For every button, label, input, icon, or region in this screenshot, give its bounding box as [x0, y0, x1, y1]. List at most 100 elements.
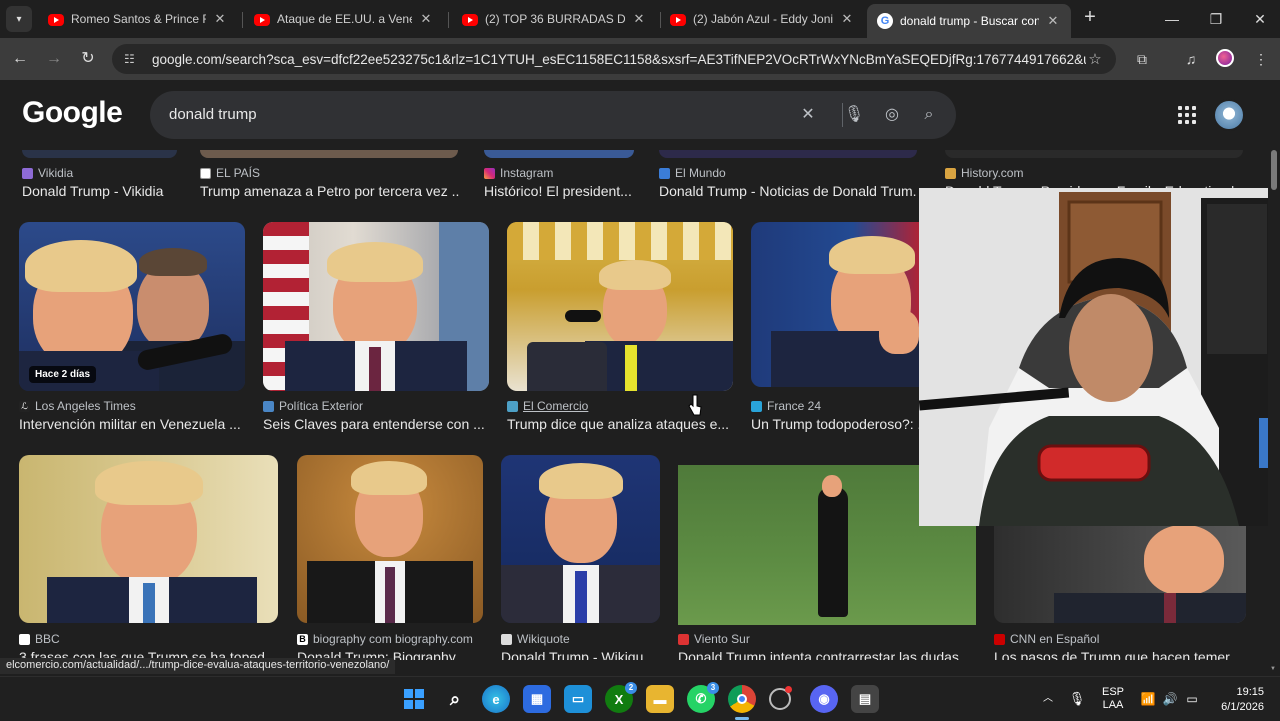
window-app-icon[interactable]: ▭	[564, 685, 592, 713]
result-title[interactable]: Trump amenaza a Petro por tercera vez ..…	[200, 183, 460, 199]
close-tab-icon[interactable]: ✕	[1045, 13, 1061, 29]
chrome-icon[interactable]	[728, 685, 756, 713]
result-card[interactable]: Bbiography com biography.com Donald Trum…	[297, 455, 483, 660]
volume-icon[interactable]: 🔊	[1160, 677, 1180, 721]
microphone-icon[interactable]: 🎙	[1068, 677, 1086, 721]
result-source: ℒ Los Angeles Times	[19, 399, 136, 413]
scrollbar-thumb[interactable]	[1271, 150, 1277, 190]
chevron-up-icon[interactable]: ︿	[1038, 677, 1058, 721]
result-title[interactable]: Intervención militar en Venezuela ...	[19, 416, 245, 432]
tab-separator	[448, 12, 449, 28]
battery-icon[interactable]: ▭	[1182, 677, 1202, 721]
close-tab-icon[interactable]: ✕	[839, 11, 855, 27]
result-image[interactable]	[263, 222, 489, 391]
microphone-icon[interactable]: 🎙	[842, 103, 866, 127]
bookmark-star-icon[interactable]: ☆	[1086, 50, 1104, 68]
tab-strip: ▾ Romeo Santos & Prince Roy ✕ Ataque de …	[0, 0, 1280, 38]
person-hair	[327, 242, 423, 282]
google-logo[interactable]: Google	[22, 96, 123, 130]
extensions-icon[interactable]: ⧉	[1131, 48, 1153, 70]
result-card[interactable]: France 24 Un Trump todopoderoso?: ...	[751, 222, 921, 432]
tab-1[interactable]: Romeo Santos & Prince Roy ✕	[38, 4, 238, 34]
close-window-button[interactable]: ✕	[1240, 6, 1280, 32]
result-title[interactable]: Donald Trump - Noticias de Donald Trum..…	[659, 183, 917, 199]
result-card[interactable]: Vikidia Donald Trump - Vikidia	[22, 150, 177, 200]
result-card[interactable]: BBC 3 frases con las que Trump se ha top…	[19, 455, 278, 660]
result-title[interactable]: Seis Claves para entenderse con ...	[263, 416, 489, 432]
result-title[interactable]: Donald Trump intenta contrarrestar las d…	[678, 649, 976, 660]
result-image[interactable]	[751, 222, 921, 387]
google-apps-icon[interactable]	[1178, 106, 1196, 124]
result-image[interactable]	[200, 150, 458, 158]
result-image[interactable]	[659, 150, 917, 158]
elmundo-icon	[659, 167, 670, 179]
result-image[interactable]	[484, 150, 634, 158]
search-query[interactable]: donald trump	[169, 106, 257, 123]
wifi-icon[interactable]: 📶	[1138, 677, 1158, 721]
page-scrollbar[interactable]: ▲ ▼	[1268, 150, 1280, 676]
result-image[interactable]	[22, 150, 177, 158]
close-tab-icon[interactable]: ✕	[631, 11, 647, 27]
discord-icon[interactable]: ◉	[810, 685, 838, 713]
camera-lens-icon[interactable]: ◎	[880, 103, 904, 127]
search-icon[interactable]: ⌕	[441, 685, 469, 713]
result-title[interactable]: Histórico! El president...	[484, 183, 634, 199]
result-title[interactable]: Donald Trump - Vikidia	[22, 183, 197, 199]
result-title[interactable]: Trump dice que analiza ataques e...	[507, 416, 733, 432]
result-image[interactable]	[507, 222, 733, 391]
result-title[interactable]: Un Trump todopoderoso?: ...	[751, 416, 919, 432]
result-title[interactable]: Los pasos de Trump que hacen temer...	[994, 649, 1240, 660]
plus-icon: +	[1084, 6, 1096, 28]
edge-icon[interactable]: e	[482, 685, 510, 713]
account-avatar[interactable]	[1213, 99, 1245, 131]
search-box[interactable]: donald trump ✕ 🎙 ◎ ⌕	[150, 91, 956, 139]
tab-3[interactable]: (2) TOP 36 BURRADAS DE N ✕	[452, 4, 657, 34]
result-card[interactable]: Instagram Histórico! El president...	[484, 150, 636, 200]
minimize-icon: —	[1165, 11, 1179, 27]
store-icon[interactable]: ▦	[523, 685, 551, 713]
result-source: EL PAÍS	[200, 166, 260, 180]
terminal-app-icon[interactable]: ▤	[851, 685, 879, 713]
minimize-button[interactable]: —	[1152, 6, 1192, 32]
result-image[interactable]	[19, 455, 278, 623]
new-tab-button[interactable]: +	[1078, 6, 1102, 30]
person-hair	[829, 236, 915, 274]
forward-button[interactable]: →	[42, 47, 66, 71]
search-icon[interactable]: ⌕	[917, 103, 941, 127]
reload-button[interactable]: ↻	[76, 47, 100, 71]
result-card[interactable]: El Mundo Donald Trump - Noticias de Dona…	[659, 150, 919, 200]
result-card[interactable]: Wikiquote Donald Trump - Wikiqu...	[501, 455, 660, 660]
clock[interactable]: 19:15 6/1/2026	[1206, 677, 1264, 721]
result-card[interactable]: Política Exterior Seis Claves para enten…	[263, 222, 489, 432]
tab-4[interactable]: (2) Jabón Azul - Eddy Joniel ✕	[660, 4, 865, 34]
address-bar[interactable]: ☷ google.com/search?sca_esv=dfcf22ee5232…	[112, 44, 1116, 74]
back-button[interactable]: ←	[8, 47, 32, 71]
scroll-down-icon[interactable]: ▼	[1270, 666, 1276, 672]
menu-kebab-icon[interactable]: ⋮	[1250, 48, 1272, 70]
file-explorer-icon[interactable]: ▬	[646, 685, 674, 713]
result-source: Política Exterior	[263, 399, 363, 413]
whatsapp-icon[interactable]: ✆ 3	[687, 682, 719, 713]
result-card[interactable]: EL PAÍS Trump amenaza a Petro por tercer…	[200, 150, 460, 200]
result-image[interactable]	[945, 150, 1243, 158]
result-image[interactable]: Hace 2 días	[19, 222, 245, 391]
tab-2[interactable]: Ataque de EE.UU. a Venezue ✕	[244, 4, 444, 34]
clear-search-icon[interactable]: ✕	[796, 103, 820, 127]
tab-search-button[interactable]: ▾	[6, 6, 32, 32]
result-source: Wikiquote	[501, 632, 570, 646]
profile-avatar[interactable]	[1216, 49, 1234, 67]
maximize-button[interactable]: ❐	[1196, 6, 1236, 32]
windows-start-icon[interactable]	[400, 685, 428, 713]
obs-icon[interactable]	[769, 686, 792, 710]
result-image[interactable]	[501, 455, 660, 623]
close-tab-icon[interactable]: ✕	[212, 11, 228, 27]
media-controls-icon[interactable]: ♫	[1180, 48, 1202, 70]
close-tab-icon[interactable]: ✕	[418, 11, 434, 27]
result-card[interactable]: Hace 2 días ℒ Los Angeles Times Intervenc…	[19, 222, 245, 432]
result-image[interactable]	[297, 455, 483, 623]
result-title[interactable]: Donald Trump - Wikiqu...	[501, 649, 660, 660]
language-indicator[interactable]: ESP LAA	[1096, 677, 1130, 721]
site-info-icon[interactable]: ☷	[124, 52, 142, 66]
tab-5-active[interactable]: G donald trump - Buscar con G ✕	[867, 4, 1071, 38]
xbox-icon[interactable]: X2	[605, 682, 637, 713]
